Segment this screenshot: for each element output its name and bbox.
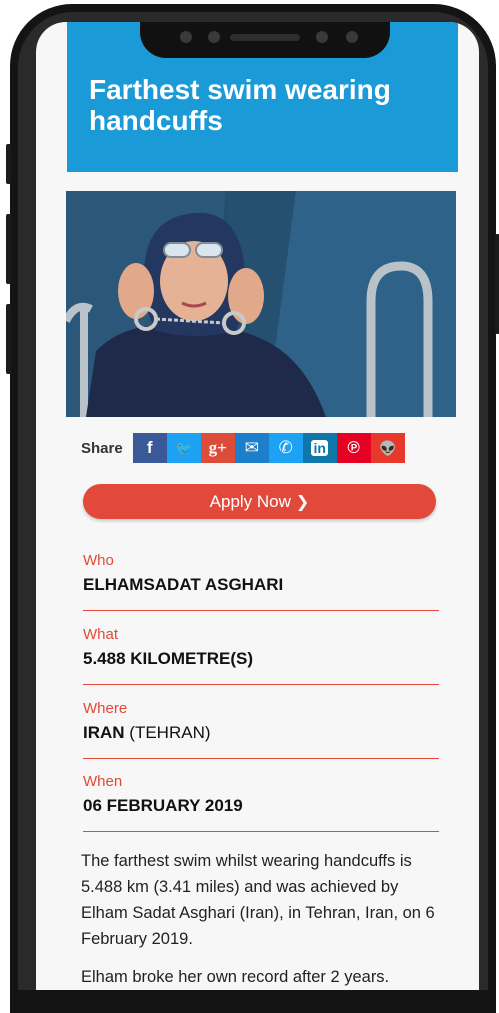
swimmer-photo-image xyxy=(66,191,456,417)
camera-icon xyxy=(346,31,358,43)
volume-down-button xyxy=(6,304,11,374)
who-value: ELHAMSADAT ASGHARI xyxy=(83,575,284,594)
linkedin-share-button[interactable]: in xyxy=(302,433,337,463)
facebook-icon: f xyxy=(146,438,153,457)
facebook-share-button[interactable]: f xyxy=(132,433,167,463)
record-followup: Elham broke her own record after 2 years… xyxy=(81,968,390,986)
where-city: (TEHRAN) xyxy=(129,723,211,742)
record-who: Who ELHAMSADAT ASGHARI xyxy=(83,552,439,611)
google-plus-icon: g+ xyxy=(208,438,227,457)
apply-now-label: Apply Now xyxy=(209,491,291,511)
record-when: When 06 FEBRUARY 2019 xyxy=(83,773,439,832)
where-country: IRAN xyxy=(83,723,125,742)
when-label: When xyxy=(83,773,123,790)
silent-switch xyxy=(6,144,11,184)
share-bar: Share f 🐦 g+ ✉ ✆ in ℗ 👽 xyxy=(81,433,405,463)
camera-icon xyxy=(180,31,192,43)
pinterest-icon: ℗ xyxy=(347,438,360,457)
email-icon: ✉ xyxy=(244,438,259,457)
twitter-icon: 🐦 xyxy=(174,439,193,456)
email-share-button[interactable]: ✉ xyxy=(234,433,269,463)
record-photo xyxy=(66,191,456,417)
whatsapp-share-button[interactable]: ✆ xyxy=(268,433,303,463)
pinterest-share-button[interactable]: ℗ xyxy=(336,433,371,463)
chevron-right-icon: ❯ xyxy=(295,493,310,511)
divider xyxy=(83,758,439,759)
phone-notch xyxy=(140,22,390,58)
google-plus-share-button[interactable]: g+ xyxy=(200,433,235,463)
divider xyxy=(83,684,439,685)
divider xyxy=(83,831,439,832)
reddit-icon: 👽 xyxy=(378,439,397,456)
when-value: 06 FEBRUARY 2019 xyxy=(83,796,243,815)
page-title: Farthest swim wearing handcuffs xyxy=(89,74,391,136)
apply-now-button[interactable]: Apply Now ❯ xyxy=(83,484,436,519)
where-value: IRAN (TEHRAN) xyxy=(83,723,439,743)
whatsapp-icon: ✆ xyxy=(278,438,293,457)
reddit-share-button[interactable]: 👽 xyxy=(370,433,405,463)
where-label: Where xyxy=(83,700,128,717)
what-label: What xyxy=(83,626,119,643)
speaker-grille xyxy=(230,34,300,41)
twitter-share-button[interactable]: 🐦 xyxy=(166,433,201,463)
share-label: Share xyxy=(81,439,123,457)
record-what: What 5.488 KILOMETRE(S) xyxy=(83,626,439,685)
sensor-icon xyxy=(316,31,328,43)
record-where: Where IRAN (TEHRAN) xyxy=(83,700,439,759)
sensor-icon xyxy=(208,31,220,43)
volume-up-button xyxy=(6,214,11,284)
divider xyxy=(83,610,439,611)
what-value: 5.488 KILOMETRE(S) xyxy=(83,649,254,668)
phone-bottom-bezel xyxy=(10,990,496,1013)
phone-screen: Farthest swim wearing handcuffs Share f … xyxy=(36,22,479,990)
record-description: The farthest swim whilst wearing handcuf… xyxy=(81,852,435,948)
power-button xyxy=(495,234,499,334)
who-label: Who xyxy=(83,552,114,569)
linkedin-icon: in xyxy=(311,440,328,456)
